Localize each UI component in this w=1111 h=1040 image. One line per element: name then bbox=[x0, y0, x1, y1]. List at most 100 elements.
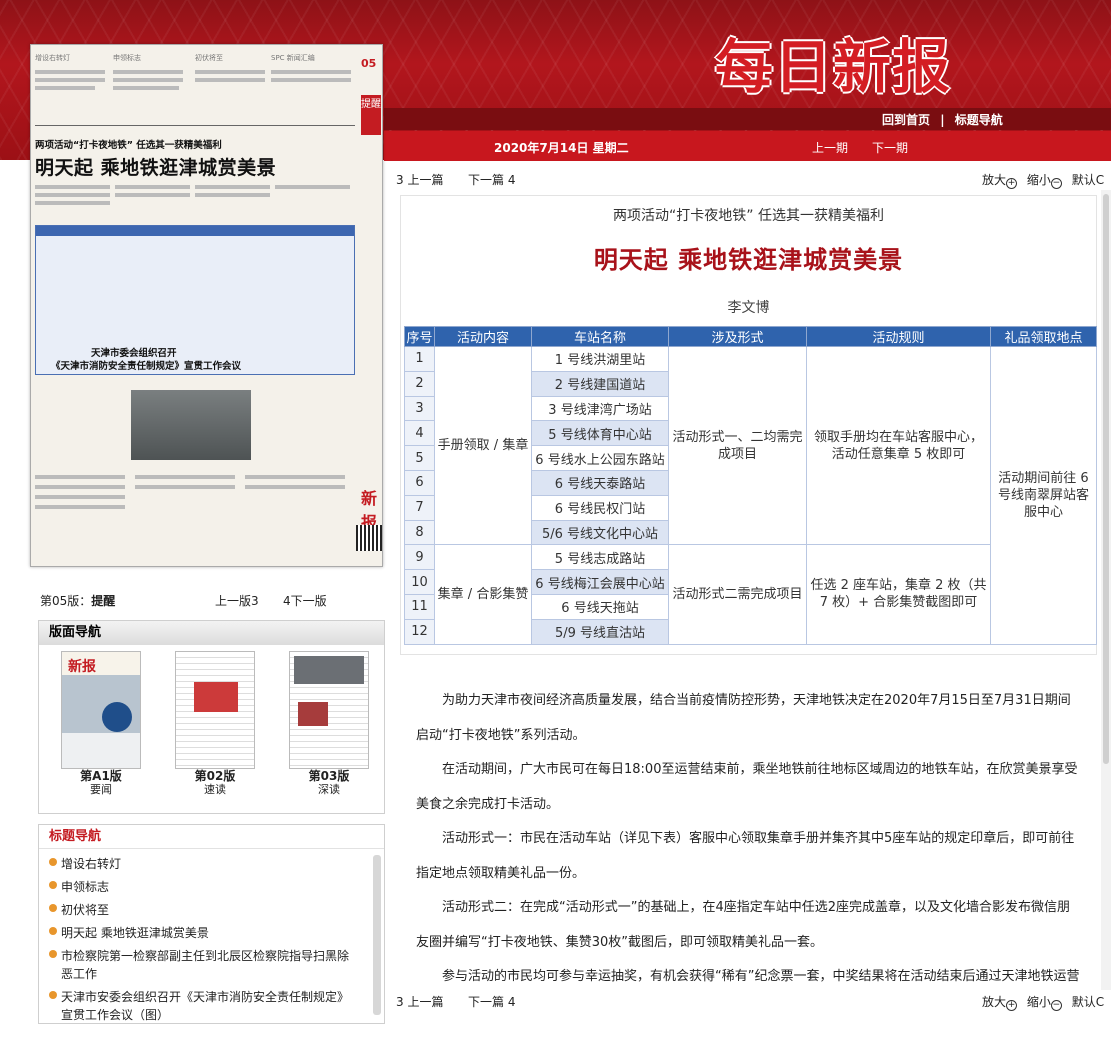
zoom-out-button[interactable]: 缩小 − bbox=[1027, 173, 1062, 189]
station-cell: 5/9 号线直沽站 bbox=[531, 618, 669, 645]
article-paragraph: 活动形式二：在完成“活动形式一”的基础上，在4座指定车站中任选2座完成盖章，以及… bbox=[416, 900, 1071, 950]
table-header: 活动内容 bbox=[434, 326, 532, 347]
station-cell: 2 号线建国道站 bbox=[531, 370, 669, 397]
plus-icon: + bbox=[1006, 178, 1018, 189]
page-thumbnail[interactable]: 增设右转灯 申领标志 初伏将至 SPC 新闻汇编 05 提醒 两项活动“打卡夜地… bbox=[30, 44, 383, 567]
seq-cell: 7 bbox=[404, 494, 435, 521]
station-cell: 5/6 号线文化中心站 bbox=[531, 519, 669, 546]
station-cell: 6 号线梅江会展中心站 bbox=[531, 569, 669, 595]
top-nav-bar: 回到首页 | 标题导航 bbox=[384, 108, 1111, 130]
page-pager: 第05版：提醒 上一版3 4下一版 bbox=[40, 592, 380, 612]
gift-cell: 活动期间前往 6 号线南翠屏站客服中心 bbox=[990, 346, 1097, 645]
thumb-headline: 明天起 乘地铁逛津城赏美景 bbox=[35, 157, 277, 179]
zoom-label: 放大 bbox=[982, 173, 1007, 187]
next-issue-link[interactable]: 下一期 bbox=[872, 139, 908, 156]
title-nav-label: 明天起 乘地铁逛津城赏美景 bbox=[61, 926, 209, 940]
title-nav-item[interactable]: 增设右转灯 bbox=[49, 855, 359, 873]
scrollbar-thumb[interactable] bbox=[1103, 194, 1109, 764]
table-header: 涉及形式 bbox=[668, 326, 807, 347]
prev-article-link[interactable]: 3 上一篇 bbox=[396, 993, 443, 1010]
zoom-label: 缩小 bbox=[1026, 995, 1051, 1009]
thumb-section-label: 增设右转灯 bbox=[35, 54, 70, 62]
layout-page-label: 第A1版 bbox=[80, 769, 122, 783]
thumb-section-label: 初伏将至 bbox=[195, 54, 223, 62]
prev-article-link[interactable]: 3 上一篇 bbox=[396, 171, 443, 188]
article-paragraph: 为助力天津市夜间经济高质量发展，结合当前疫情防控形势，天津地铁决定在2020年7… bbox=[416, 693, 1071, 743]
prev-issue-link[interactable]: 上一期 bbox=[812, 139, 848, 156]
title-nav-link[interactable]: 标题导航 bbox=[955, 113, 1003, 127]
seq-cell: 9 bbox=[404, 544, 435, 571]
title-nav-item[interactable]: 明天起 乘地铁逛津城赏美景 bbox=[49, 924, 359, 942]
layout-page-03[interactable]: 第03版 深读 bbox=[281, 651, 377, 797]
title-nav-label: 初伏将至 bbox=[61, 903, 110, 917]
newspaper-logo: 每日新报 bbox=[715, 33, 952, 101]
article-paragraph: 活动形式一：市民在活动车站（详见下表）客服中心领取集章手册并集齐其中5座车站的规… bbox=[416, 831, 1075, 881]
bullet-icon bbox=[49, 991, 57, 999]
title-nav-label: 天津市安委会组织召开《天津市消防安全责任制规定》宣贯工作会议（图） bbox=[61, 990, 350, 1022]
seq-cell: 11 bbox=[404, 593, 435, 620]
station-cell: 5 号线志成路站 bbox=[531, 544, 669, 571]
rule-cell: 任选 2 座车站，集章 2 枚（共 7 枚）+ 合影集赞截图即可 bbox=[806, 544, 991, 645]
title-nav-item[interactable]: 天津市安委会组织召开《天津市消防安全责任制规定》宣贯工作会议（图） bbox=[49, 988, 359, 1023]
title-nav-item[interactable]: 申领标志 bbox=[49, 878, 359, 896]
bullet-icon bbox=[49, 904, 57, 912]
table-header: 车站名称 bbox=[531, 326, 669, 347]
zoom-label: 默认 bbox=[1071, 173, 1096, 187]
minus-icon: − bbox=[1050, 178, 1062, 189]
seq-cell: 6 bbox=[404, 469, 435, 496]
thumb-page-number: 05 bbox=[361, 57, 377, 70]
zoom-default-button[interactable]: 默认C bbox=[1072, 173, 1104, 187]
minus-icon: − bbox=[1050, 1000, 1062, 1011]
next-article-link[interactable]: 下一篇 4 bbox=[468, 993, 515, 1010]
seq-cell: 10 bbox=[404, 569, 435, 595]
zoom-in-button[interactable]: 放大 + bbox=[982, 995, 1018, 1011]
table-header: 序号 bbox=[404, 326, 435, 347]
layout-page-a1[interactable]: 新报 第A1版 要闻 bbox=[53, 651, 149, 797]
content-cell: 手册领取 / 集章 bbox=[434, 345, 532, 546]
article-author: 李文博 bbox=[727, 300, 770, 316]
zoom-default-button[interactable]: 默认C bbox=[1072, 995, 1104, 1009]
activity-table: 序号 活动内容 车站名称 涉及形式 活动规则 礼品领取地点 1 手册领取 / 集… bbox=[404, 326, 1097, 645]
thumb-photo bbox=[131, 390, 251, 460]
title-nav-scrollbar[interactable] bbox=[373, 855, 381, 1015]
layout-page-02[interactable]: 第02版 速读 bbox=[167, 651, 263, 797]
title-nav-item[interactable]: 初伏将至 bbox=[49, 901, 359, 919]
zoom-out-button[interactable]: 缩小 − bbox=[1026, 995, 1062, 1011]
date-bar: 2020年7月14日 星期二 上一期 下一期 bbox=[384, 131, 1111, 161]
layout-page-sub: 深读 bbox=[318, 783, 340, 796]
seq-cell: 5 bbox=[404, 445, 435, 471]
station-cell: 6 号线天拖站 bbox=[531, 593, 669, 620]
prev-page-link[interactable]: 上一版3 bbox=[215, 592, 259, 609]
bullet-icon bbox=[49, 927, 57, 935]
table-header: 活动规则 bbox=[806, 326, 991, 347]
article-toolbar-bottom: 3 上一篇 下一篇 4 放大 + 缩小 − 默认C bbox=[396, 993, 1111, 1011]
thumb-subheadline: 天津市委会组织召开 bbox=[91, 348, 177, 359]
home-link[interactable]: 回到首页 bbox=[882, 113, 930, 127]
next-article-link[interactable]: 下一篇 4 bbox=[468, 171, 515, 188]
next-page-link[interactable]: 4下一版 bbox=[283, 592, 327, 609]
layout-page-sub: 速读 bbox=[204, 783, 226, 796]
station-cell: 6 号线天泰路站 bbox=[531, 469, 669, 496]
current-page-label: 第05版：提醒 bbox=[40, 592, 115, 609]
layout-page-label: 第03版 bbox=[308, 769, 350, 783]
seq-cell: 4 bbox=[404, 420, 435, 447]
station-cell: 6 号线民权门站 bbox=[531, 494, 669, 521]
zoom-in-button[interactable]: 放大 + bbox=[982, 173, 1018, 189]
plus-icon: + bbox=[1006, 1000, 1018, 1011]
thumb-subheadline: 《天津市消防安全责任制规定》宣贯工作会议 bbox=[51, 361, 242, 372]
article-panel: 两项活动“打卡夜地铁” 任选其一获精美福利 明天起 乘地铁逛津城赏美景 李文博 … bbox=[400, 195, 1097, 655]
bullet-icon bbox=[49, 881, 57, 889]
form-cell: 活动形式二需完成项目 bbox=[668, 544, 807, 645]
layout-page-label: 第02版 bbox=[194, 769, 236, 783]
article-headline: 明天起 乘地铁逛津城赏美景 bbox=[593, 245, 904, 274]
article-paragraph: 在活动期间，广大市民可在每日18:00至运营结束前，乘坐地铁前往地标区域周边的地… bbox=[416, 762, 1078, 812]
c-icon: C bbox=[1095, 995, 1105, 1009]
seq-cell: 3 bbox=[404, 395, 435, 422]
article-paragraph: 参与活动的市民均可参与幸运抽奖，有机会获得“稀有”纪念票一套，中奖结果将在活动结… bbox=[442, 969, 1080, 984]
layout-nav-panel: 版面导航 新报 第A1版 要闻 第02版 速读 第03版 深读 bbox=[38, 620, 385, 814]
layout-nav-title: 版面导航 bbox=[39, 621, 384, 645]
title-nav-label: 市检察院第一检察部副主任到北辰区检察院指导扫黑除恶工作 bbox=[61, 949, 350, 981]
article-scrollbar[interactable] bbox=[1101, 190, 1111, 990]
thumb-section-tag: 提醒 bbox=[361, 95, 381, 135]
title-nav-item[interactable]: 市检察院第一检察部副主任到北辰区检察院指导扫黑除恶工作 bbox=[49, 947, 359, 983]
